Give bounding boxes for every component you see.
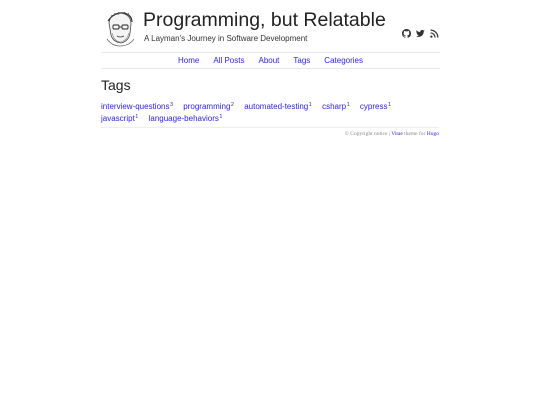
tag-name: language-behaviors: [148, 114, 219, 123]
copyright-notice: © Copyright notice |: [344, 131, 392, 137]
twitter-icon[interactable]: [416, 25, 425, 37]
site-footer: © Copyright notice | Vitae theme for Hug…: [101, 127, 439, 137]
tag-count: 1: [135, 114, 139, 120]
hugo-link[interactable]: Hugo: [427, 131, 439, 137]
footer-theme-text: theme for: [402, 131, 427, 137]
tag-count: 2: [230, 102, 234, 108]
rss-icon[interactable]: [430, 25, 439, 38]
main-nav: Home All Posts About Tags Categories: [101, 52, 440, 69]
social-links: [402, 25, 439, 38]
tag-link-interview-questions[interactable]: interview-questions3: [101, 102, 173, 111]
tag-link-cypress[interactable]: cypress1: [360, 102, 391, 111]
tag-list: interview-questions3 programming2 automa…: [101, 100, 440, 124]
tag-link-javascript[interactable]: javascript1: [101, 114, 138, 123]
tag-link-language-behaviors[interactable]: language-behaviors1: [149, 114, 223, 123]
tag-name: csharp: [322, 102, 347, 111]
github-icon[interactable]: [402, 25, 412, 38]
tag-link-csharp[interactable]: csharp1: [322, 102, 350, 111]
nav-all-posts[interactable]: All Posts: [213, 53, 244, 68]
tag-count: 3: [169, 102, 174, 108]
tag-name: cypress: [359, 102, 388, 111]
avatar-sketch-icon: [106, 11, 135, 47]
page-title: Tags: [101, 77, 131, 93]
theme-link[interactable]: Vitae: [391, 131, 403, 137]
tag-name: interview-questions: [101, 102, 170, 111]
tag-name: javascript: [101, 114, 135, 123]
tag-count: 1: [308, 102, 312, 108]
site-header: Programming, but Relatable A Layman's Jo…: [101, 0, 440, 52]
page-container: Programming, but Relatable A Layman's Jo…: [101, 0, 440, 137]
nav-categories[interactable]: Categories: [324, 53, 363, 68]
tag-count: 1: [346, 102, 350, 108]
tag-name: automated-testing: [244, 102, 309, 111]
tag-count: 1: [219, 114, 223, 120]
tag-link-programming[interactable]: programming2: [183, 102, 234, 111]
tag-link-automated-testing[interactable]: automated-testing1: [244, 102, 312, 111]
site-title[interactable]: Programming, but Relatable: [143, 9, 386, 32]
avatar[interactable]: [104, 11, 136, 47]
nav-tags[interactable]: Tags: [293, 53, 310, 68]
tag-name: programming: [183, 102, 231, 111]
tag-count: 1: [387, 102, 391, 108]
nav-home[interactable]: Home: [178, 53, 199, 68]
nav-about[interactable]: About: [258, 53, 279, 68]
site-subtitle: A Layman's Journey in Software Developme…: [144, 34, 308, 43]
